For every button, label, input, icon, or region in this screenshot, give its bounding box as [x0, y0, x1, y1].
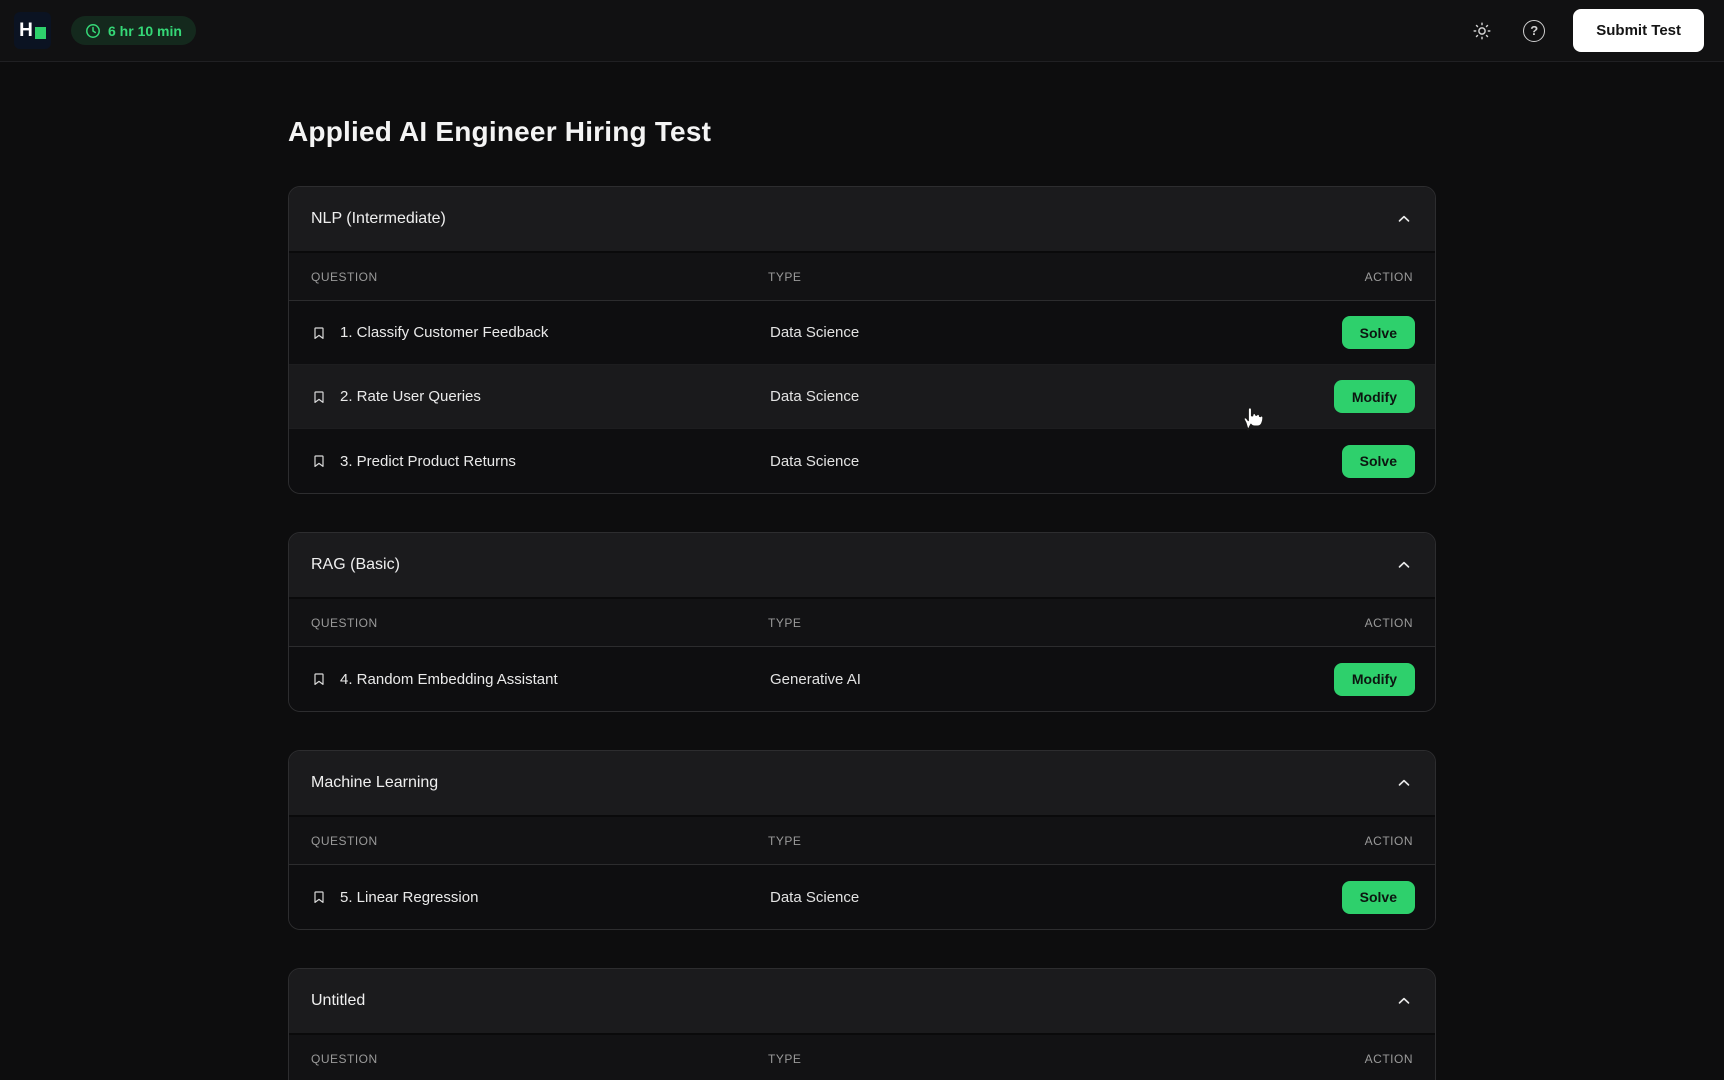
section-title: RAG (Basic): [311, 556, 400, 573]
submit-test-button[interactable]: Submit Test: [1573, 9, 1704, 52]
column-header-action: ACTION: [1364, 615, 1413, 630]
table-header: QUESTION TYPE ACTION: [289, 1035, 1435, 1080]
section-header-rag[interactable]: RAG (Basic): [289, 533, 1435, 599]
table-header: QUESTION TYPE ACTION: [289, 599, 1435, 647]
section-card-machine-learning: Machine Learning QUESTION TYPE ACTION 5.…: [288, 750, 1436, 930]
modify-button[interactable]: Modify: [1333, 662, 1415, 696]
section-header-untitled[interactable]: Untitled: [289, 969, 1435, 1035]
chevron-up-icon[interactable]: [1395, 774, 1413, 792]
section-card-untitled: Untitled QUESTION TYPE ACTION: [288, 968, 1436, 1080]
bookmark-icon[interactable]: [311, 453, 327, 469]
timer-badge: 6 hr 10 min: [71, 16, 196, 45]
timer-label: 6 hr 10 min: [108, 22, 182, 39]
help-icon[interactable]: ?: [1521, 18, 1547, 44]
chevron-up-icon[interactable]: [1395, 556, 1413, 574]
main-content: Applied AI Engineer Hiring Test NLP (Int…: [288, 62, 1436, 1080]
column-header-action: ACTION: [1364, 269, 1413, 284]
column-header-question: QUESTION: [311, 833, 378, 848]
column-header-question: QUESTION: [311, 1051, 378, 1066]
section-card-nlp: NLP (Intermediate) QUESTION TYPE ACTION …: [288, 186, 1436, 494]
question-type: Generative AI: [770, 670, 861, 688]
bookmark-icon[interactable]: [311, 325, 327, 341]
clock-icon: [85, 23, 101, 39]
question-type: Data Science: [770, 452, 860, 470]
question-label: 3. Predict Product Returns: [340, 452, 516, 470]
bookmark-icon[interactable]: [311, 889, 327, 905]
question-row[interactable]: 2. Rate User Queries Data Science Modify: [289, 365, 1435, 429]
section-card-rag: RAG (Basic) QUESTION TYPE ACTION 4. Rand…: [288, 532, 1436, 712]
question-row[interactable]: 1. Classify Customer Feedback Data Scien…: [289, 301, 1435, 365]
topbar-right: ? Submit Test: [1469, 9, 1704, 52]
column-header-action: ACTION: [1364, 1051, 1413, 1066]
page-title: Applied AI Engineer Hiring Test: [288, 116, 712, 147]
column-header-question: QUESTION: [311, 269, 378, 284]
section-title: Machine Learning: [311, 774, 439, 791]
app-viewport: H 6 hr 10 min ? Submit Test Applied AI E…: [0, 0, 1724, 1080]
modify-button[interactable]: Modify: [1333, 380, 1415, 413]
logo-letter: H: [19, 20, 33, 41]
help-glyph: ?: [1523, 19, 1546, 42]
column-header-type: TYPE: [768, 269, 802, 284]
solve-button[interactable]: Solve: [1341, 880, 1415, 914]
question-label: 1. Classify Customer Feedback: [340, 324, 549, 341]
theme-toggle-sun-icon[interactable]: [1469, 18, 1495, 44]
question-row[interactable]: 3. Predict Product Returns Data Science …: [289, 429, 1435, 493]
topbar: H 6 hr 10 min ? Submit Test: [0, 0, 1724, 62]
table-header: QUESTION TYPE ACTION: [289, 253, 1435, 301]
section-title: Untitled: [311, 992, 366, 1009]
section-title: NLP (Intermediate): [311, 210, 446, 227]
question-type: Data Science: [770, 888, 860, 906]
column-header-type: TYPE: [768, 615, 802, 630]
column-header-type: TYPE: [768, 1051, 802, 1066]
question-row[interactable]: 4. Random Embedding Assistant Generative…: [289, 647, 1435, 711]
solve-button[interactable]: Solve: [1341, 316, 1415, 349]
bookmark-icon[interactable]: [311, 671, 327, 687]
bookmark-icon[interactable]: [311, 389, 327, 405]
section-header-machine-learning[interactable]: Machine Learning: [289, 751, 1435, 817]
table-header: QUESTION TYPE ACTION: [289, 817, 1435, 865]
logo-green-block-icon: [34, 26, 46, 39]
question-type: Data Science: [770, 388, 860, 405]
column-header-type: TYPE: [768, 833, 802, 848]
section-header-nlp[interactable]: NLP (Intermediate): [289, 187, 1435, 253]
question-label: 2. Rate User Queries: [340, 388, 481, 405]
solve-button[interactable]: Solve: [1341, 444, 1415, 478]
question-row[interactable]: 5. Linear Regression Data Science Solve: [289, 865, 1435, 929]
logo[interactable]: H: [14, 12, 51, 49]
chevron-up-icon[interactable]: [1395, 992, 1413, 1010]
chevron-up-icon[interactable]: [1395, 210, 1413, 228]
column-header-action: ACTION: [1364, 833, 1413, 848]
question-type: Data Science: [770, 324, 860, 341]
question-label: 4. Random Embedding Assistant: [340, 670, 558, 688]
column-header-question: QUESTION: [311, 615, 378, 630]
question-label: 5. Linear Regression: [340, 888, 479, 906]
